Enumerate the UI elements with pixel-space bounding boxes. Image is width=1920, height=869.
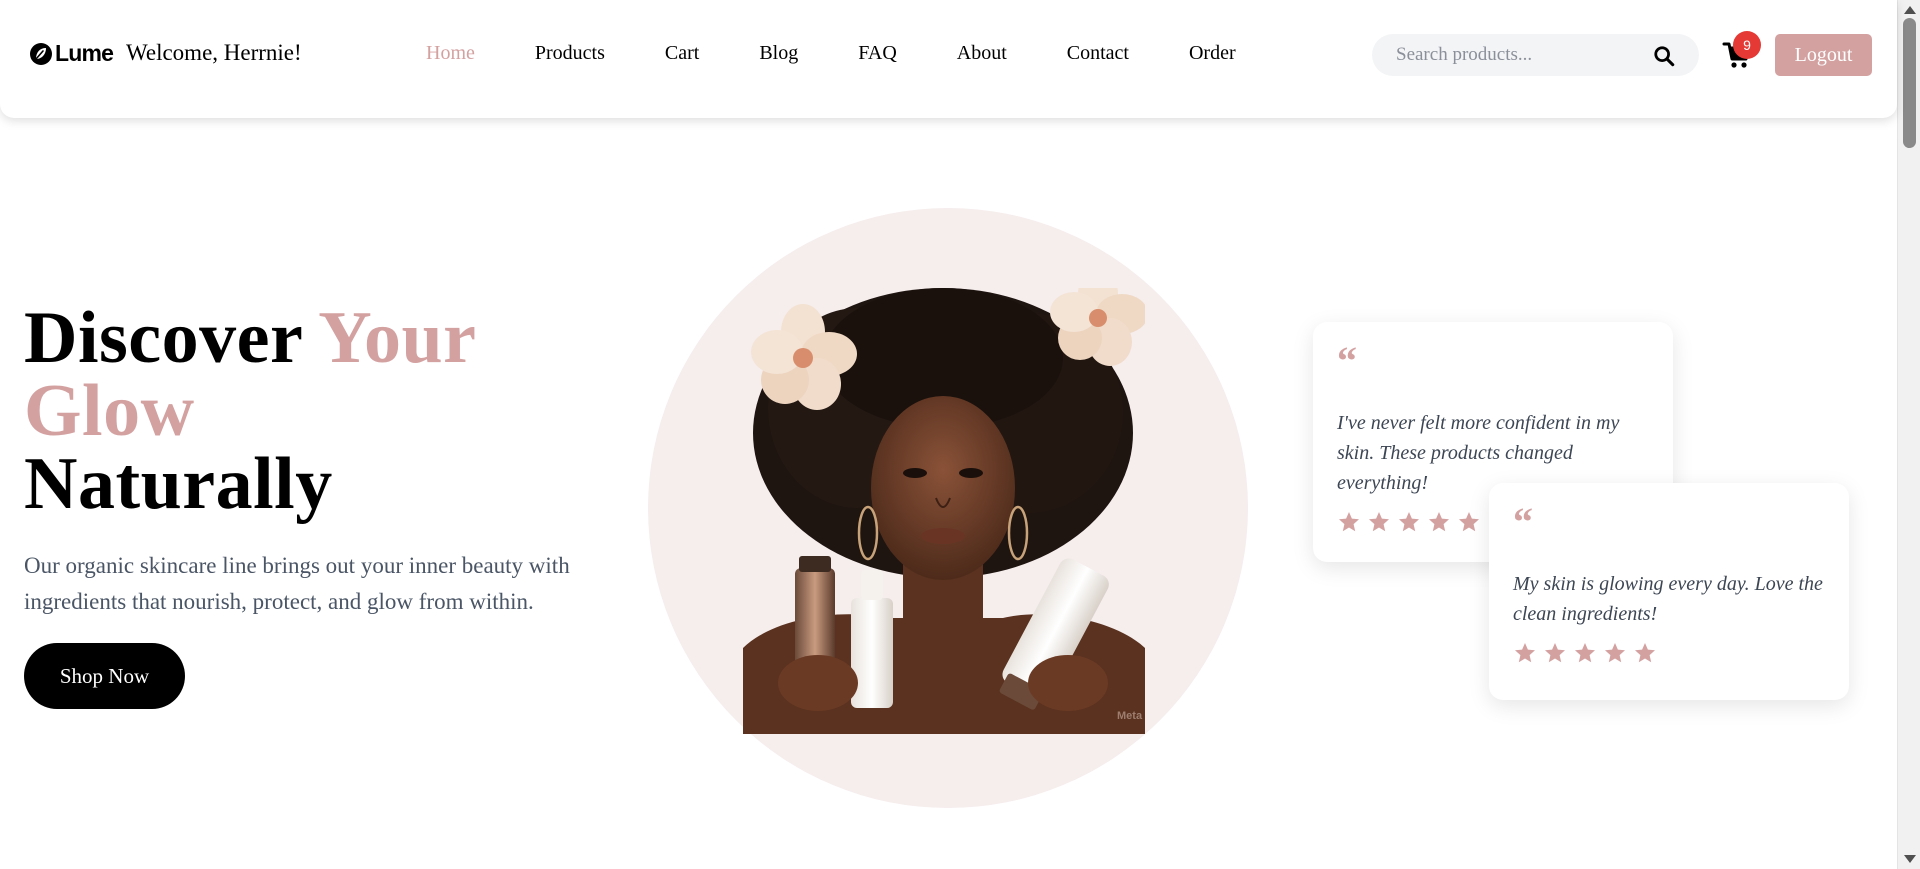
quote-icon: “ [1513,499,1533,544]
nav-about[interactable]: About [957,42,1007,65]
page: Lume Welcome, Herrnie! Home Products Car… [0,0,1920,869]
nav-contact[interactable]: Contact [1067,42,1129,65]
search-input[interactable] [1396,44,1646,66]
shop-now-button[interactable]: Shop Now [24,643,185,709]
nav-order[interactable]: Order [1189,42,1236,65]
nav-home[interactable]: Home [426,42,475,65]
star-icon [1339,512,1359,532]
star-icon [1399,512,1419,532]
scrollbar-thumb[interactable] [1903,18,1916,148]
cart-count-badge: 9 [1733,31,1761,59]
testimonial-text: My skin is glowing every day. Love the c… [1513,573,1823,625]
welcome-message: Welcome, Herrnie! [126,40,302,65]
star-icon [1575,643,1595,663]
search-icon[interactable] [1653,45,1675,67]
search-bar [1372,34,1699,76]
logout-button[interactable]: Logout [1775,34,1872,76]
star-icon [1429,512,1449,532]
star-icon [1545,643,1565,663]
star-icon [1605,643,1625,663]
nav-cart[interactable]: Cart [665,42,699,65]
hero-model-image [743,288,1145,734]
nav-blog[interactable]: Blog [759,42,798,65]
page-scrollbar[interactable] [1897,0,1920,869]
scroll-up-icon[interactable] [1904,6,1916,14]
hero-description: Our organic skincare line brings out you… [24,553,570,614]
hero-title: Discover Your Glow Naturally [24,301,477,521]
brand-name: Lume [55,40,114,66]
nav-products[interactable]: Products [535,42,605,65]
leaf-logo-icon [30,42,52,65]
star-icon [1459,512,1479,532]
star-icon [1369,512,1389,532]
hero-title-discover: Discover [24,297,319,379]
brand-logo[interactable]: Lume [29,40,114,67]
hero-title-glow: Glow [24,370,195,452]
main-nav: Home Products Cart Blog FAQ About Contac… [426,42,1296,65]
image-watermark: Meta [1117,710,1143,722]
nav-faq[interactable]: FAQ [858,42,897,65]
star-icon [1515,643,1535,663]
hero-title-naturally: Naturally [24,443,333,525]
quote-icon: “ [1337,338,1357,383]
testimonial-card: “ My skin is glowing every day. Love the… [1489,483,1849,700]
hero-title-your: Your [318,297,477,379]
star-icon [1635,643,1655,663]
rating-stars [1513,641,1825,665]
site-header: Lume Welcome, Herrnie! Home Products Car… [0,0,1897,118]
scroll-down-icon[interactable] [1904,855,1916,863]
